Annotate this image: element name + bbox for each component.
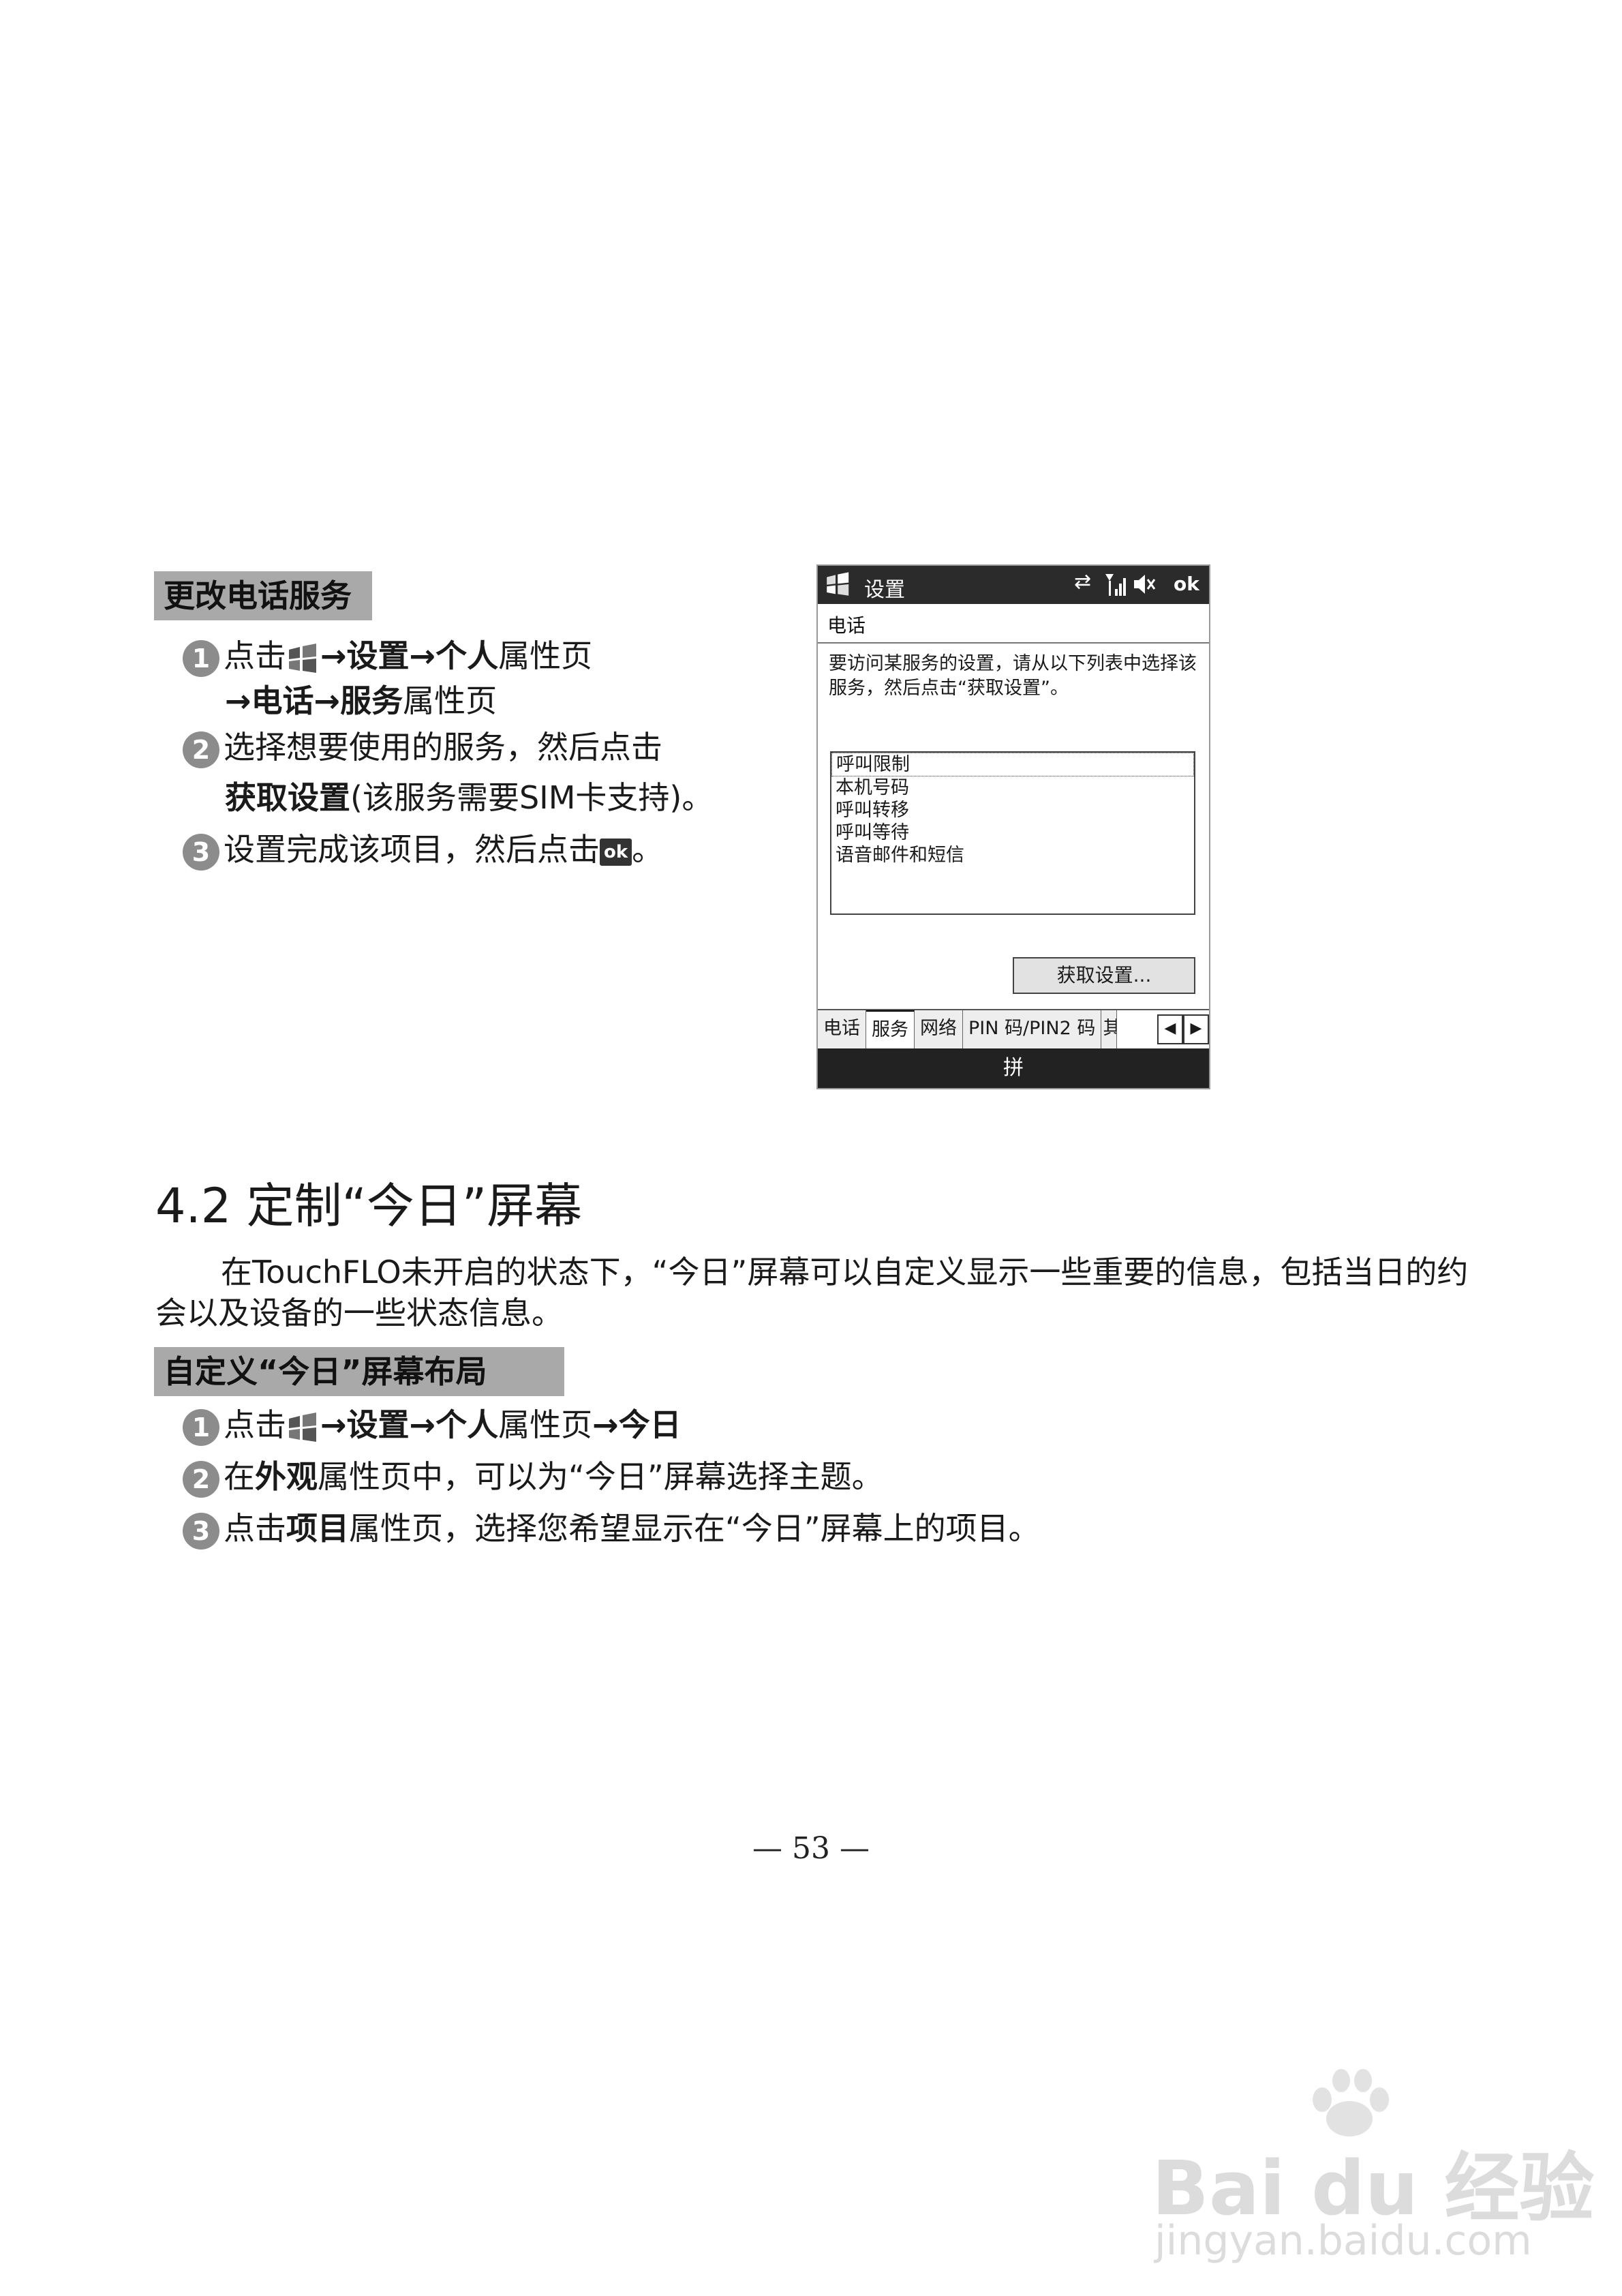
step-text: 。 [632,831,664,868]
tab-scroll-controls: ◀ ▶ [1157,1010,1209,1050]
step-2-continued: 获取设置(该服务需要SIM卡支持)。 [225,777,713,818]
paragraph-text: 在TouchFLO未开启的状态下，“今日”屏幕可以自定义显示一些重要的信息，包括… [155,1254,1469,1331]
list-item[interactable]: 呼叫等待 [831,821,1194,844]
watermark-url: jingyan.baidu.com [1154,2217,1532,2265]
step-1-continued: →电话→服务属性页 [225,680,497,721]
step-number: 1 [183,1408,219,1446]
list-item[interactable]: 本机号码 [831,776,1194,799]
step-number: 3 [183,1512,219,1550]
menu-path-settings: 设置 [346,637,410,674]
step-text: 属性页 [498,1406,593,1443]
step-text: 点击 [224,1510,286,1547]
input-method-bar: 拼 [818,1048,1209,1088]
list-item[interactable]: 呼叫限制 [831,753,1194,776]
connectivity-icon: ⇄ [1074,570,1092,594]
phone-page-subtitle: 电话 [827,614,866,637]
tab-pin[interactable]: PIN 码/PIN2 码 [963,1010,1102,1050]
items-label: 项目 [286,1510,349,1547]
step-3: 3 设置完成该项目，然后点击 ok。 [183,829,663,871]
list-item[interactable]: 语音邮件和短信 [831,844,1194,866]
section-paragraph: 在TouchFLO未开启的状态下，“今日”屏幕可以自定义显示一些重要的信息，包括… [155,1252,1491,1333]
step-3: 3 点击项目属性页，选择您希望显示在“今日”屏幕上的项目。 [183,1508,1040,1550]
chevron-right-icon[interactable]: ▶ [1183,1014,1209,1044]
step-number: 3 [183,833,219,871]
phone-title-bar: 设置 ⇄ ok [818,566,1209,604]
step-text: 点击 [224,1406,286,1443]
page-number: — 53 — [752,1831,870,1866]
arrow-icon: → [313,682,341,719]
phone-title: 设置 [864,578,905,602]
step-text: 属性页，选择您希望显示在“今日”屏幕上的项目。 [349,1510,1040,1547]
step-text: 设置完成该项目，然后点击 [224,831,600,868]
ok-icon: ok [600,838,632,866]
step-number: 1 [183,639,219,677]
step-number: 2 [183,1460,219,1498]
step-1: 1 点击 →设置→个人属性页→今日 [183,1404,682,1446]
arrow-icon: → [409,1406,436,1443]
arrow-icon: → [320,1406,347,1443]
windows-start-icon [286,643,320,674]
tab-bar: 电话 服务 网络 PIN 码/PIN2 码 其 ◀▶ [818,1009,1209,1050]
ok-button[interactable]: ok [1174,573,1199,595]
step-text: 在 [224,1458,255,1495]
tab-other[interactable]: 其 [1101,1010,1118,1050]
input-method-button[interactable]: 拼 [1003,1056,1024,1080]
windows-start-icon[interactable] [825,571,852,603]
step-2: 2 在外观属性页中，可以为“今日”屏幕选择主题。 [183,1456,883,1498]
menu-path-phone: 电话 [251,682,314,719]
menu-path-services: 服务 [340,682,403,719]
menu-path-personal: 个人 [435,1406,499,1443]
services-list[interactable]: 呼叫限制 本机号码 呼叫转移 呼叫等待 语音邮件和短信 [830,751,1195,915]
section-heading: 4.2 定制“今日”屏幕 [155,1178,583,1234]
phone-screenshot: 设置 ⇄ ok 电话 要访问某服务的设置，请从以下列表中选择该服务，然后点击“获… [816,564,1210,1089]
step-text: 属性页 [403,682,498,719]
menu-path-settings: 设置 [346,1406,410,1443]
arrow-icon: → [320,637,347,674]
list-item[interactable]: 呼叫转移 [831,799,1194,821]
section-header-change-phone-service: 更改电话服务 [154,571,372,620]
arrow-icon: → [225,682,251,719]
menu-path-personal: 个人 [435,637,499,674]
step-2: 2 选择想要使用的服务，然后点击 [183,727,662,768]
tab-network[interactable]: 网络 [915,1010,963,1050]
step-text: 属性页中，可以为“今日”屏幕选择主题。 [318,1458,883,1495]
speaker-muted-icon [1133,571,1157,603]
phone-description: 要访问某服务的设置，请从以下列表中选择该服务，然后点击“获取设置”。 [829,653,1197,699]
windows-start-icon [286,1412,320,1443]
menu-path-today: 今日 [618,1406,682,1443]
appearance-label: 外观 [255,1458,318,1495]
tab-phone[interactable]: 电话 [818,1010,866,1050]
step-1: 1 点击 →设置→个人属性页 [183,635,592,677]
get-settings-label: 获取设置 [225,779,350,816]
arrow-icon: → [592,1406,619,1443]
section-header-customize-today: 自定义“今日”屏幕布局 [154,1347,564,1396]
step-text: 选择想要使用的服务，然后点击 [224,729,662,766]
step-number: 2 [183,731,219,768]
chevron-left-icon[interactable]: ◀ [1157,1014,1183,1044]
get-settings-button[interactable]: 获取设置... [1013,957,1195,994]
step-text: 属性页 [498,637,593,674]
signal-icon [1104,571,1127,603]
tab-services[interactable]: 服务 [866,1010,915,1050]
arrow-icon: → [409,637,436,674]
step-text: (该服务需要SIM卡支持)。 [350,779,714,816]
divider [818,642,1209,644]
step-text: 点击 [224,637,286,674]
